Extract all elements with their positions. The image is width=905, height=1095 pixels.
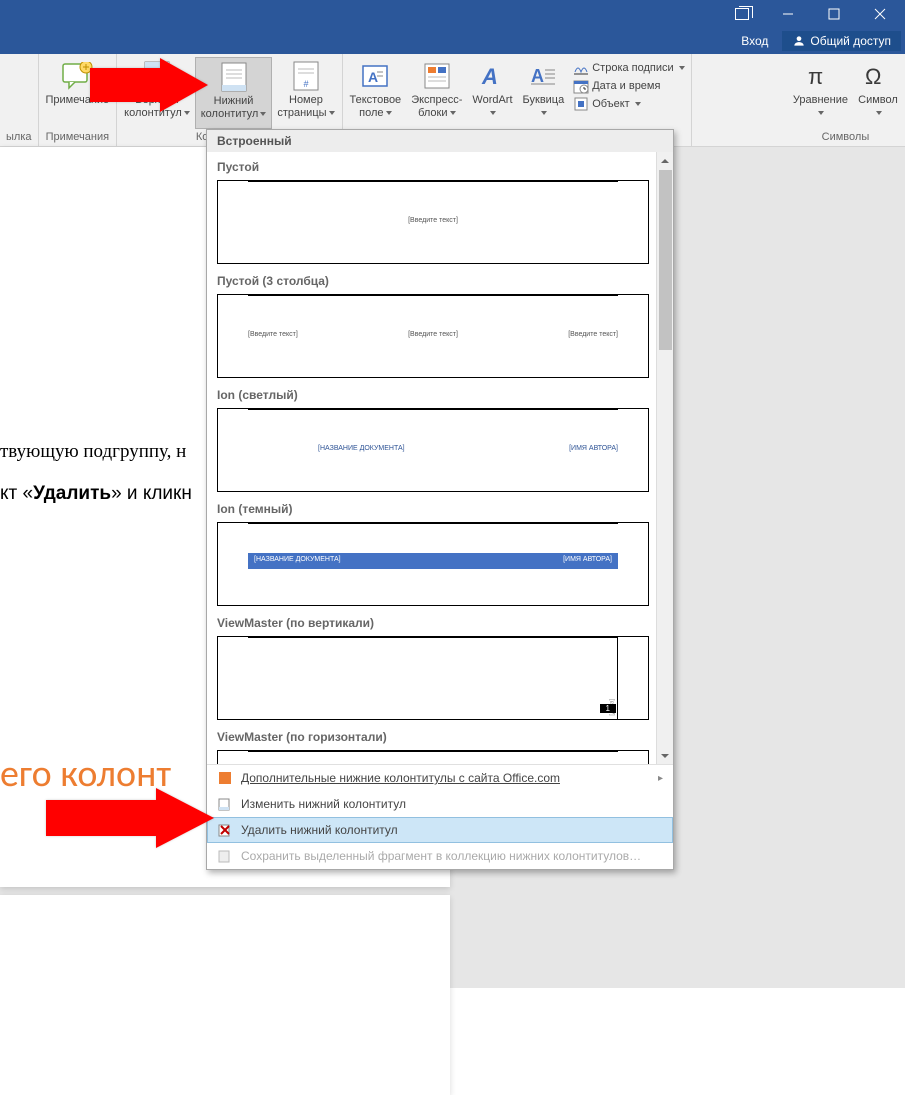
wordart-button[interactable]: A WordArt (467, 57, 517, 129)
more-from-office-link[interactable]: Дополнительные нижние колонтитулы с сайт… (207, 765, 673, 791)
title-bar (0, 0, 905, 28)
svg-text:A: A (368, 69, 378, 85)
svg-text:π: π (808, 64, 823, 89)
gallery-item-label: Пустой (3 столбца) (217, 266, 649, 294)
ribbon-group-symbols: π Уравнение Ω Символ Символы (786, 54, 905, 146)
office-icon (217, 770, 233, 786)
annotation-arrow-top (90, 58, 210, 118)
svg-text:A: A (531, 66, 544, 86)
dropcap-icon: A (527, 60, 559, 92)
sign-in-link[interactable]: Вход (735, 34, 774, 48)
footer-icon (218, 61, 250, 93)
signature-line-button[interactable]: Строка подписи (573, 59, 684, 77)
symbol-button[interactable]: Ω Символ (853, 57, 903, 129)
scroll-down-icon[interactable] (657, 747, 673, 764)
symbol-icon: Ω (862, 60, 894, 92)
save-icon (217, 848, 233, 864)
ribbon-fragment: ылка (0, 54, 39, 146)
object-icon (573, 96, 589, 112)
gallery-item-label: Ion (светлый) (217, 380, 649, 408)
auth-bar: Вход Общий доступ (0, 28, 905, 54)
gallery-item-viewmaster-horiz[interactable]: [Дата] 1 (217, 750, 649, 764)
save-selection-action: Сохранить выделенный фрагмент в коллекци… (207, 843, 673, 869)
remove-icon (217, 822, 233, 838)
edit-footer-action[interactable]: Изменить нижний колонтитул (207, 791, 673, 817)
gallery-item-label: Пустой (217, 152, 649, 180)
calendar-icon (573, 78, 589, 94)
share-icon (792, 34, 806, 48)
quick-parts-button[interactable]: Экспресс-блоки (406, 57, 467, 129)
equation-button[interactable]: π Уравнение (788, 57, 853, 129)
gallery-footer: Дополнительные нижние колонтитулы с сайт… (207, 764, 673, 869)
gallery-item-label: ViewMaster (по вертикали) (217, 608, 649, 636)
text-extras: Строка подписи Дата и время Объект (569, 57, 688, 129)
wordart-icon: A (476, 60, 508, 92)
object-button[interactable]: Объект (573, 95, 684, 113)
gallery-item-label: Ion (темный) (217, 494, 649, 522)
page-number-button[interactable]: # Номерстраницы (272, 57, 339, 129)
gallery-item-ion-light[interactable]: [НАЗВАНИЕ ДОКУМЕНТА] [ИМЯ АВТОРА] (217, 408, 649, 492)
svg-text:A: A (481, 64, 498, 89)
gallery-item-blank[interactable]: [Введите текст] (217, 180, 649, 264)
close-button[interactable] (857, 0, 903, 28)
date-time-button[interactable]: Дата и время (573, 77, 684, 95)
gallery-item-label: ViewMaster (по горизонтали) (217, 722, 649, 750)
gallery-section-header: Встроенный (207, 130, 673, 152)
dropcap-button[interactable]: A Буквица (518, 57, 570, 129)
maximize-button[interactable] (811, 0, 857, 28)
page-number-icon: # (290, 60, 322, 92)
signature-icon (573, 60, 589, 76)
gallery-item-blank-3col[interactable]: [Введите текст] [Введите текст] [Введите… (217, 294, 649, 378)
gallery-item-ion-dark[interactable]: [НАЗВАНИЕ ДОКУМЕНТА] [ИМЯ АВТОРА] (217, 522, 649, 606)
share-button[interactable]: Общий доступ (782, 31, 901, 51)
textbox-button[interactable]: A Текстовоеполе (345, 57, 407, 129)
gallery-item-viewmaster-vert[interactable]: [Дата] 1 (217, 636, 649, 720)
edit-icon (217, 796, 233, 812)
quick-parts-icon (421, 60, 453, 92)
remove-footer-action[interactable]: Удалить нижний колонтитул (207, 817, 673, 843)
svg-text:#: # (303, 79, 308, 89)
textbox-icon: A (359, 60, 391, 92)
gallery-scrollbar[interactable] (656, 152, 673, 764)
svg-text:Ω: Ω (865, 64, 881, 89)
scroll-thumb[interactable] (659, 170, 672, 350)
equation-icon: π (804, 60, 836, 92)
comment-icon (61, 60, 93, 92)
scroll-up-icon[interactable] (657, 152, 673, 169)
ribbon-display-options-icon[interactable] (719, 0, 765, 28)
footer-gallery-dropdown: Встроенный Пустой [Введите текст] Пустой… (206, 129, 674, 870)
minimize-button[interactable] (765, 0, 811, 28)
annotation-arrow-bottom (46, 788, 216, 853)
page-next (0, 895, 450, 1095)
